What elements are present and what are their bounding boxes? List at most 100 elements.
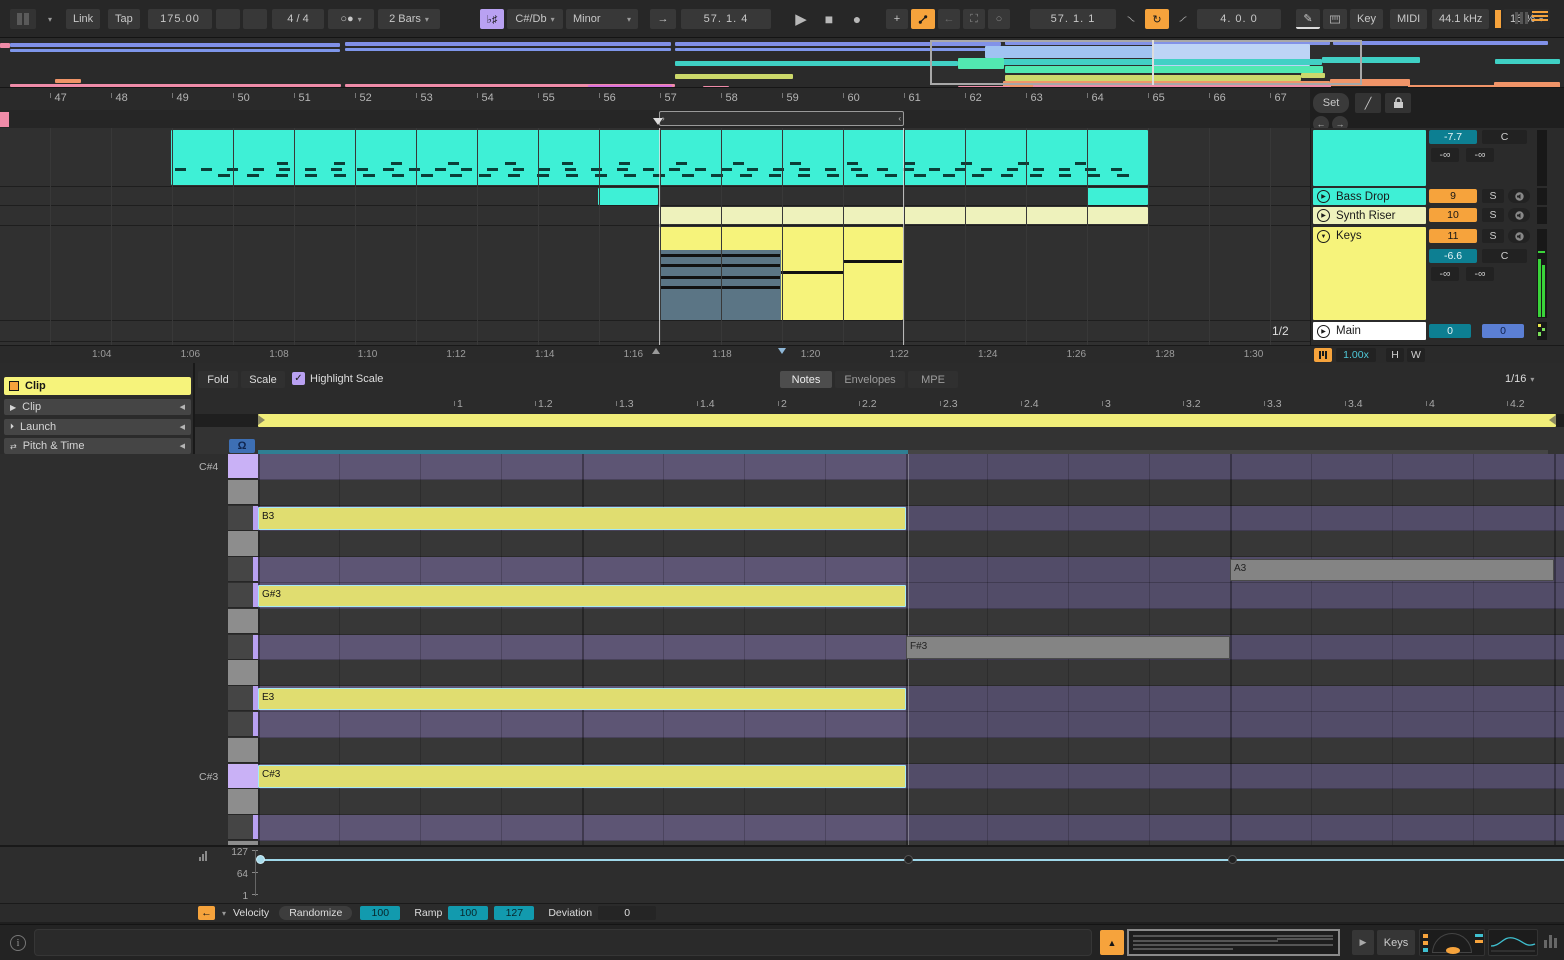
selected-track-button[interactable]: Keys — [1377, 930, 1415, 955]
piano-key-C#3[interactable] — [228, 764, 258, 789]
new-midi-clip-icon[interactable]: + — [886, 9, 908, 29]
section-launch[interactable]: ⏵Launch◀ — [4, 419, 191, 435]
track-send-b-field[interactable]: -∞ — [1466, 148, 1494, 162]
track-name-keys[interactable]: ▼Keys — [1313, 227, 1426, 320]
arrangement-grid[interactable]: 1/2 — [0, 128, 1310, 345]
scale-name-menu[interactable]: Minor▾ — [566, 9, 638, 29]
tap-tempo-button[interactable]: Tap — [108, 9, 140, 29]
section-clip[interactable]: ▶Clip◀ — [4, 399, 191, 415]
track-slot-number[interactable]: 9 — [1429, 189, 1477, 203]
velocity-marker[interactable] — [1228, 855, 1237, 864]
randomize-amount-field[interactable]: 100 — [360, 906, 400, 920]
insert-marker[interactable] — [653, 118, 663, 125]
main-pan-field[interactable]: 0 — [1482, 324, 1524, 338]
loop-start-field[interactable]: 57. 1. 1 — [1030, 9, 1116, 29]
clip-overview-minimap[interactable] — [1127, 929, 1340, 956]
track-name-cyan[interactable] — [1313, 130, 1426, 186]
clip-beat-ruler[interactable]: 11.21.31.422.22.32.433.23.33.444.24.34.4 — [195, 395, 1564, 414]
double-speed-button[interactable]: W — [1407, 348, 1425, 362]
scale-root-menu[interactable]: C#/Db▾ — [507, 9, 563, 29]
lock-envelopes-icon[interactable] — [1385, 93, 1411, 113]
record-button[interactable]: ● — [844, 9, 870, 29]
track-send-a-field[interactable]: -∞ — [1431, 148, 1459, 162]
ramp-from-field[interactable]: 100 — [448, 906, 488, 920]
midi-note-C#3[interactable]: C#3 — [258, 765, 906, 788]
show-clip-view-button[interactable]: ▲ — [1100, 930, 1124, 955]
session-record-icon[interactable]: ○ — [988, 9, 1010, 29]
piano-key-C#4[interactable] — [228, 454, 258, 479]
solo-button[interactable]: S — [1482, 229, 1504, 243]
solo-button[interactable]: S — [1482, 189, 1504, 203]
piano-key-F#3[interactable] — [228, 635, 258, 660]
velocity-marker[interactable] — [256, 855, 265, 864]
tab-mpe[interactable]: MPE — [908, 371, 958, 388]
key-map-button[interactable]: Key — [1350, 9, 1383, 29]
device-thumbnail[interactable] — [1419, 929, 1485, 956]
computer-midi-keyboard-icon[interactable] — [1323, 9, 1347, 29]
arrangement-overview[interactable] — [0, 38, 1564, 88]
link-button[interactable]: Link — [66, 9, 100, 29]
track-play-icon[interactable]: ▶ — [1317, 190, 1330, 203]
arrangement-clip-bass-drop[interactable] — [598, 188, 658, 205]
clip-tab[interactable]: Clip — [4, 377, 191, 395]
track-play-icon[interactable]: ▶ — [1317, 209, 1330, 222]
loop-bar-end-handle[interactable] — [1549, 415, 1556, 425]
piano-key-G#3[interactable] — [228, 583, 258, 608]
overview-view-rectangle[interactable] — [930, 40, 1362, 85]
loop-button[interactable]: ↻ — [1145, 9, 1169, 29]
piano-key-E3[interactable] — [228, 686, 258, 711]
hamburger-menu-icon[interactable] — [1532, 9, 1548, 23]
arrangement-position-field[interactable]: 57. 1. 4 — [681, 9, 771, 29]
piano-key-A3[interactable] — [228, 557, 258, 582]
metronome-icon[interactable] — [216, 9, 240, 29]
speaker-icon[interactable] — [1508, 208, 1530, 222]
track-volume-field[interactable]: -6.6 — [1429, 249, 1477, 263]
tempo-field[interactable]: 175.00 — [148, 9, 212, 29]
piano-key-D#3[interactable] — [228, 712, 258, 737]
layout-caret-icon[interactable]: ▾ — [40, 9, 56, 29]
punch-in-icon[interactable] — [1120, 9, 1142, 29]
arrangement-loop-brace[interactable]: ›‹ — [659, 111, 904, 126]
punch-out-icon[interactable] — [1172, 9, 1194, 29]
randomize-button[interactable]: Randomize — [279, 906, 352, 920]
play-button[interactable]: ▶ — [788, 9, 814, 29]
count-in-icon[interactable] — [243, 9, 267, 29]
track-volume-field[interactable]: -7.7 — [1429, 130, 1477, 144]
info-icon[interactable]: i — [10, 935, 26, 951]
midi-map-button[interactable]: MIDI — [1390, 9, 1427, 29]
midi-note-F#3[interactable]: F#3 — [906, 636, 1230, 659]
velocity-lane[interactable]: 127 64 1 — [0, 845, 1564, 903]
midi-note-G#3[interactable]: G#3 — [258, 585, 906, 608]
section-pitch-time[interactable]: ⇄Pitch & Time◀ — [4, 438, 191, 454]
midi-note-E3[interactable]: E3 — [258, 688, 906, 711]
re-enable-automation-icon[interactable]: ← — [938, 9, 960, 29]
capture-midi-icon[interactable]: ⛶ — [963, 9, 985, 29]
grid-size-menu[interactable]: 1/16▾ — [1505, 373, 1534, 385]
track-send-b-field[interactable]: -∞ — [1466, 267, 1494, 281]
track-pan-field[interactable]: C — [1482, 249, 1527, 263]
set-locator-button[interactable]: Set — [1313, 93, 1349, 113]
tab-envelopes[interactable]: Envelopes — [835, 371, 905, 388]
track-name-synth-riser[interactable]: ▶Synth Riser — [1313, 207, 1426, 224]
solo-button[interactable]: S — [1482, 208, 1504, 222]
piano-key-F3[interactable] — [228, 660, 258, 685]
quantize-menu[interactable]: 2 Bars▾ — [378, 9, 440, 29]
deviation-field[interactable]: 0 — [598, 906, 656, 920]
ramp-to-field[interactable]: 127 — [494, 906, 534, 920]
speaker-icon[interactable] — [1508, 229, 1530, 243]
track-send-a-field[interactable]: -∞ — [1431, 267, 1459, 281]
device-chain-meter-icon[interactable] — [1544, 935, 1557, 948]
track-name-main[interactable]: ▶Main — [1313, 322, 1426, 340]
loop-length-field[interactable]: 4. 0. 0 — [1197, 9, 1281, 29]
loop-bar-start-handle[interactable] — [258, 415, 265, 425]
piano-key-D3[interactable] — [228, 738, 258, 763]
piano-key-A#3[interactable] — [228, 531, 258, 556]
main-volume-field[interactable]: 0 — [1429, 324, 1471, 338]
piano-key-C4[interactable] — [228, 480, 258, 505]
playback-speed-field[interactable]: 1.00x — [1336, 348, 1376, 362]
time-signature-field[interactable]: 4 / 4 — [272, 9, 324, 29]
track-name-bass-drop[interactable]: ▶Bass Drop — [1313, 188, 1426, 205]
track-pan-field[interactable]: C — [1482, 130, 1527, 144]
draw-mode-icon[interactable]: ✎ — [1296, 9, 1320, 29]
automation-mode-icon[interactable] — [911, 9, 935, 29]
